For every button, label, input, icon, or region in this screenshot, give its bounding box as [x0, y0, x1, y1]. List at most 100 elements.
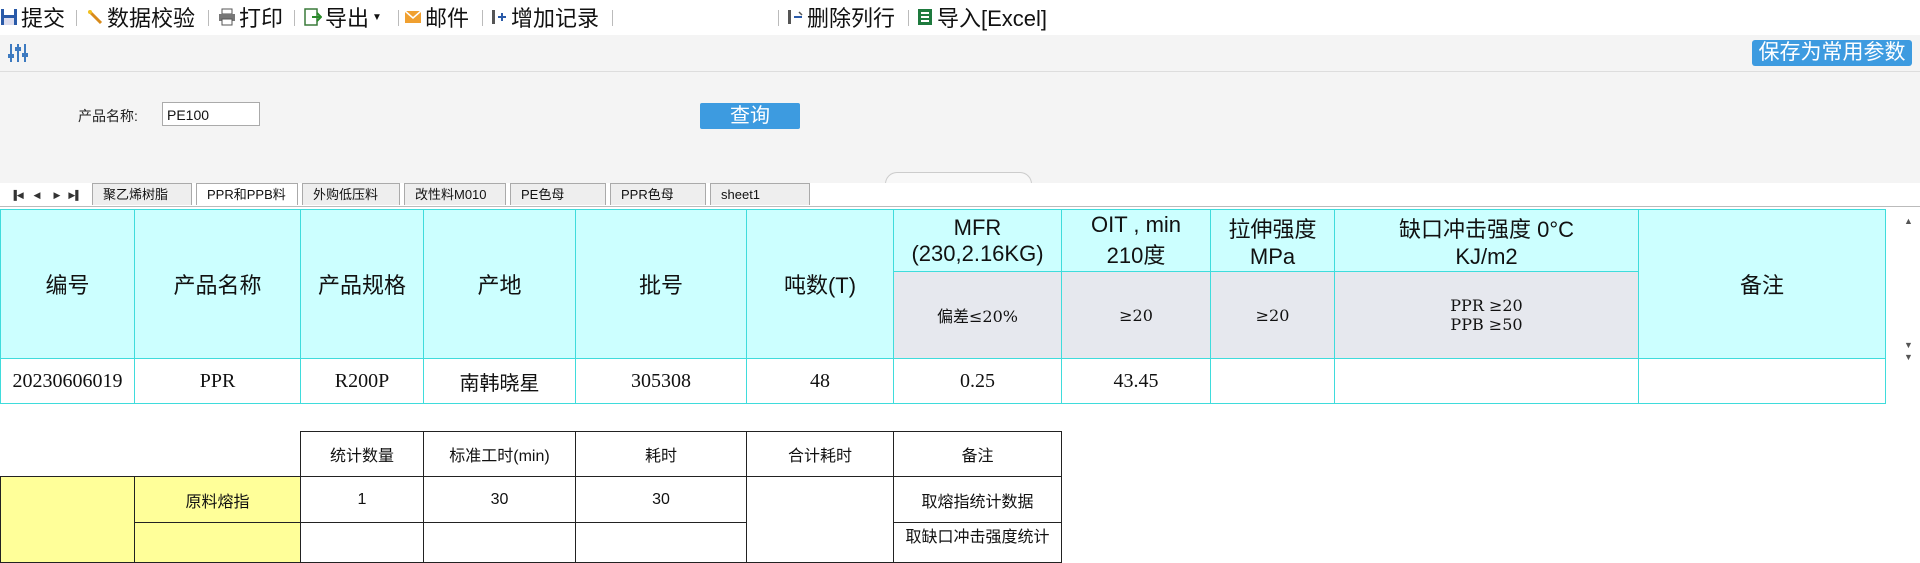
tab-pe-resin[interactable]: 聚乙烯树脂	[92, 183, 192, 205]
cell-mfr[interactable]: 0.25	[893, 358, 1062, 404]
sub-header-oit: ≥20	[1061, 271, 1211, 359]
add-record-label: 增加记录	[511, 6, 600, 31]
header-impact: 缺口冲击强度 0°C KJ/m2	[1334, 209, 1639, 272]
header-spec: 产品规格	[300, 209, 424, 359]
tab-purchased-lp[interactable]: 外购低压料	[302, 183, 400, 205]
cell-std-time-2[interactable]	[423, 522, 576, 563]
scroll-end-icon[interactable]: ▼	[1904, 352, 1913, 362]
save-as-common-params-button[interactable]: 保存为常用参数	[1752, 40, 1912, 66]
header-std-time: 标准工时(min)	[423, 431, 576, 477]
toolbar-divider	[208, 10, 209, 26]
sub-header-tensile: ≥20	[1210, 271, 1335, 359]
empty-cell	[1, 432, 135, 477]
delete-row-icon	[788, 10, 803, 24]
header-tensile: 拉伸强度 MPa	[1210, 209, 1335, 272]
cell-remark-2[interactable]: 取缺口冲击强度统计	[893, 522, 1062, 563]
header-remark: 备注	[893, 431, 1062, 477]
cell-tonnage[interactable]: 48	[746, 358, 894, 404]
mail-icon	[404, 10, 422, 23]
tab-modified-m010[interactable]: 改性料M010	[404, 183, 506, 205]
tab-sheet1[interactable]: sheet1	[710, 183, 810, 205]
header-tonnage: 吨数(T)	[746, 209, 894, 359]
toolbar-divider	[398, 10, 399, 26]
toolbar-divider	[294, 10, 295, 26]
last-sheet-icon[interactable]: ▶▌	[68, 188, 82, 202]
query-button[interactable]: 查询	[700, 103, 800, 129]
header-product-name: 产品名称	[134, 209, 301, 359]
toolbar-divider	[612, 10, 613, 26]
cell-origin[interactable]: 南韩晓星	[423, 358, 576, 404]
wand-icon	[87, 9, 103, 25]
sub-header-impact-line2: PPB ≥50	[1450, 315, 1523, 334]
cell-std-time[interactable]: 30	[423, 476, 576, 523]
mail-label: 邮件	[425, 6, 470, 31]
header-tensile-line2: MPa	[1249, 243, 1296, 269]
header-batch: 批号	[575, 209, 747, 359]
mail-button[interactable]: 邮件	[404, 2, 469, 32]
header-oit: OIT , min 210度	[1061, 209, 1211, 272]
excel-icon	[918, 9, 932, 25]
validate-label: 数据校验	[107, 6, 196, 31]
cell-count[interactable]: 1	[300, 476, 424, 523]
first-sheet-icon[interactable]: ▐◀	[10, 188, 24, 202]
scroll-down-icon[interactable]: ▼	[1904, 340, 1913, 350]
header-tensile-line1: 拉伸强度	[1228, 216, 1317, 242]
tab-ppr-ppb[interactable]: PPR和PPB料	[196, 183, 298, 205]
header-oit-line2: 210度	[1106, 242, 1166, 268]
header-mfr-line2: (230,2.16KG)	[911, 240, 1044, 266]
cell-spec[interactable]: R200P	[300, 358, 424, 404]
category-cell	[0, 476, 135, 563]
printer-icon	[219, 8, 235, 26]
prev-sheet-icon[interactable]: ◀	[30, 188, 44, 202]
cell-tensile[interactable]	[1210, 358, 1335, 404]
print-label: 打印	[239, 6, 284, 31]
cell-impact[interactable]	[1334, 358, 1639, 404]
sub-header-impact: PPR ≥20 PPB ≥50	[1334, 271, 1639, 359]
tab-pe-masterbatch[interactable]: PE色母	[510, 183, 606, 205]
toolbar-divider	[778, 10, 779, 26]
cell-total-time[interactable]	[746, 476, 894, 563]
export-icon	[304, 8, 322, 26]
header-total-time: 合计耗时	[746, 431, 894, 477]
toolbar-divider	[482, 10, 483, 26]
time-stats-table: 统计数量 标准工时(min) 耗时 合计耗时 备注 原料熔指 1 30 30 取…	[0, 431, 1062, 563]
import-excel-button[interactable]: 导入[Excel]	[916, 2, 1047, 32]
add-record-button[interactable]: 增加记录	[490, 2, 599, 32]
toolbar-divider	[908, 10, 909, 26]
scroll-up-icon[interactable]: ▲	[1904, 216, 1913, 226]
header-count: 统计数量	[300, 431, 424, 477]
cell-oit[interactable]: 43.45	[1061, 358, 1211, 404]
next-sheet-icon[interactable]: ▶	[50, 188, 64, 202]
cell-no[interactable]: 20230606019	[0, 358, 135, 404]
delete-row-button[interactable]: 删除列行	[786, 2, 895, 32]
sub-header-mfr: 偏差≤20%	[893, 271, 1062, 359]
cell-product-name[interactable]: PPR	[134, 358, 301, 404]
header-mfr: MFR (230,2.16KG)	[893, 209, 1062, 272]
sheet-tab-bar: ▐◀ ◀ ▶ ▶▌ 聚乙烯树脂 PPR和PPB料 外购低压料 改性料M010 P…	[0, 183, 1920, 207]
add-row-icon	[492, 10, 506, 24]
cell-remark[interactable]	[1638, 358, 1886, 404]
validate-button[interactable]: 数据校验	[86, 2, 195, 32]
sub-header-impact-line1: PPR ≥20	[1450, 296, 1523, 315]
cell-batch[interactable]: 305308	[575, 358, 747, 404]
cell-time-cost[interactable]: 30	[575, 476, 747, 523]
settings-sliders-icon[interactable]	[7, 42, 29, 64]
export-button[interactable]: 导出 ▼	[304, 2, 382, 32]
save-icon	[1, 9, 17, 25]
empty-cell	[135, 432, 301, 477]
header-impact-line2: KJ/m2	[1455, 243, 1518, 269]
cell-time-cost-2[interactable]	[575, 522, 747, 563]
product-name-input[interactable]: PE100	[162, 102, 260, 126]
submit-button[interactable]: 提交	[0, 2, 65, 32]
submit-label: 提交	[21, 6, 66, 31]
delete-row-label: 删除列行	[807, 6, 896, 31]
header-no: 编号	[0, 209, 135, 359]
cell-remark[interactable]: 取熔指统计数据	[893, 476, 1062, 523]
tab-ppr-masterbatch[interactable]: PPR色母	[610, 183, 706, 205]
main-data-table: 编号 产品名称 产品规格 产地 批号 吨数(T) MFR (230,2.16KG…	[0, 209, 1886, 404]
parameter-header	[0, 35, 1920, 72]
export-label: 导出	[325, 6, 370, 31]
cell-count-2[interactable]	[300, 522, 424, 563]
header-mfr-line1: MFR	[953, 214, 1002, 240]
print-button[interactable]: 打印	[218, 2, 283, 32]
